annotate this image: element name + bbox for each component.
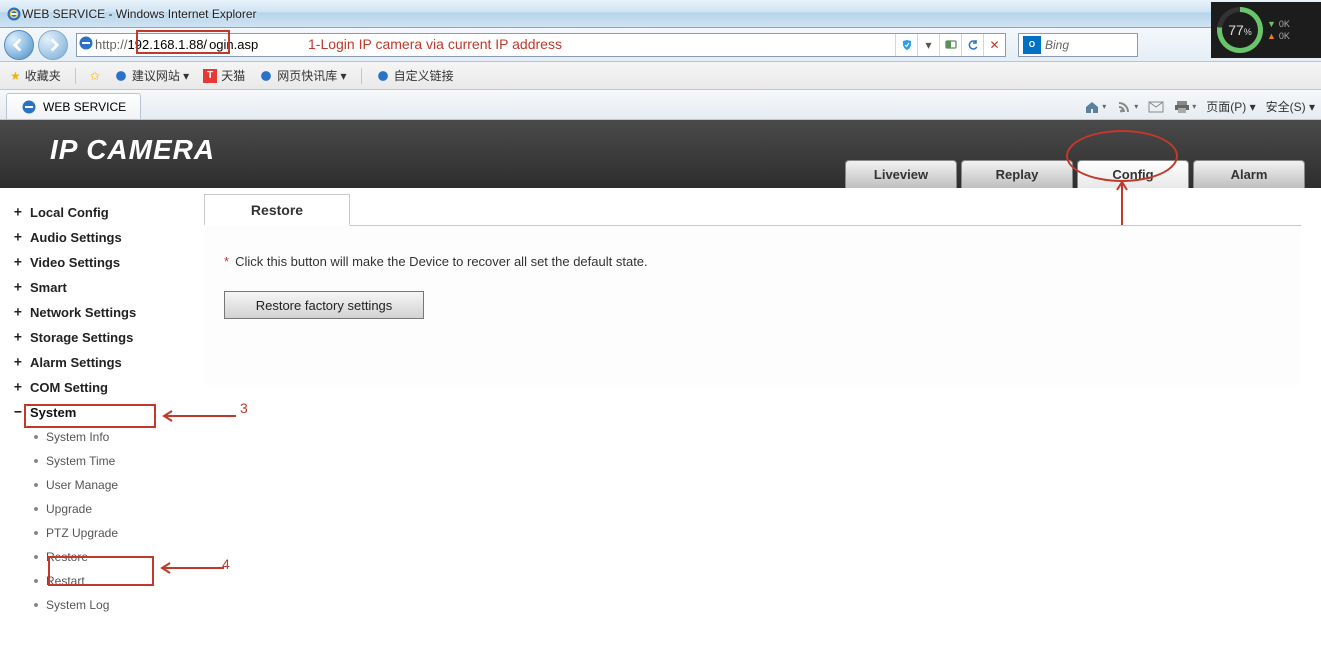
subitem-system-info[interactable]: System Info <box>34 425 200 449</box>
tab-config[interactable]: Config <box>1077 160 1189 188</box>
page-content: IP CAMERA Liveview Replay Config Alarm +… <box>0 120 1321 651</box>
ie-icon <box>259 69 273 83</box>
ie-icon <box>376 69 390 83</box>
sidebar-item-alarm-settings[interactable]: +Alarm Settings <box>14 350 200 375</box>
separator <box>75 68 76 84</box>
window-title: WEB SERVICE - Windows Internet Explorer <box>22 7 257 21</box>
address-tools: ▾ ✕ <box>895 34 1005 56</box>
page-icon <box>77 35 95 54</box>
url-scheme: http:// <box>95 37 128 52</box>
download-value: 0K <box>1279 19 1290 29</box>
sidebar-item-system[interactable]: −System <box>14 400 200 425</box>
refresh-icon[interactable] <box>961 34 983 56</box>
subitem-ptz-upgrade[interactable]: PTZ Upgrade <box>34 521 200 545</box>
stop-icon[interactable]: ✕ <box>983 34 1005 56</box>
home-button[interactable]: ▾ <box>1084 99 1106 115</box>
forward-button[interactable] <box>38 30 68 60</box>
bing-icon: O <box>1023 36 1041 54</box>
sidebar-item-local-config[interactable]: +Local Config <box>14 200 200 225</box>
star-icon: ★ <box>10 69 21 83</box>
window-titlebar: WEB SERVICE - Windows Internet Explorer <box>0 0 1321 28</box>
content-tab-restore[interactable]: Restore <box>204 194 350 226</box>
address-input[interactable] <box>207 34 895 56</box>
restore-factory-button[interactable]: Restore factory settings <box>224 291 424 319</box>
tab-bar: WEB SERVICE ▾ ▾ ▾ 页面(P) ▾ 安全(S) ▾ <box>0 90 1321 120</box>
sidebar-item-video-settings[interactable]: +Video Settings <box>14 250 200 275</box>
compat-view-icon[interactable] <box>939 34 961 56</box>
subitem-system-log[interactable]: System Log <box>34 593 200 617</box>
main-tabs: Liveview Replay Config Alarm <box>845 160 1321 188</box>
ie-icon <box>114 69 128 83</box>
tab-replay[interactable]: Replay <box>961 160 1073 188</box>
upload-value: 0K <box>1279 31 1290 41</box>
sidebar-item-audio-settings[interactable]: +Audio Settings <box>14 225 200 250</box>
upload-icon: ▲ <box>1267 31 1276 41</box>
sidebar-item-smart[interactable]: +Smart <box>14 275 200 300</box>
command-bar: ▾ ▾ ▾ 页面(P) ▾ 安全(S) ▾ <box>1084 98 1315 119</box>
favorites-bar: ★收藏夹 ✩ 建议网站 ▾ T天猫 网页快讯库 ▾ 自定义链接 <box>0 62 1321 90</box>
back-button[interactable] <box>4 30 34 60</box>
suggested-sites-link[interactable]: 建议网站 ▾ <box>114 67 189 84</box>
system-monitor-badge: 77% ▼0K ▲0K <box>1211 2 1321 58</box>
download-icon: ▼ <box>1267 19 1276 29</box>
shield-icon[interactable] <box>895 34 917 56</box>
ie-icon <box>6 6 22 22</box>
subitem-user-manage[interactable]: User Manage <box>34 473 200 497</box>
page-menu[interactable]: 页面(P) ▾ <box>1206 98 1255 115</box>
percent-ring: 77% <box>1217 7 1263 53</box>
sidebar-item-network-settings[interactable]: +Network Settings <box>14 300 200 325</box>
tab-alarm[interactable]: Alarm <box>1193 160 1305 188</box>
search-box[interactable]: O Bing <box>1018 33 1138 57</box>
address-bar[interactable]: http:// 192.168.1.88/ ▾ ✕ <box>76 33 1006 57</box>
content-area: Restore *Click this button will make the… <box>200 188 1321 651</box>
percent-value: 77 <box>1228 22 1244 38</box>
address-dropdown-icon[interactable]: ▾ <box>917 34 939 56</box>
add-favorite-icon[interactable]: ✩ <box>90 69 100 83</box>
feeds-button[interactable]: ▾ <box>1116 99 1138 115</box>
hint-text: *Click this button will make the Device … <box>224 254 1281 269</box>
subitem-restore[interactable]: Restore <box>34 545 200 569</box>
brand-bar: IP CAMERA Liveview Replay Config Alarm <box>0 120 1321 188</box>
subitem-restart[interactable]: Restart <box>34 569 200 593</box>
subitem-upgrade[interactable]: Upgrade <box>34 497 200 521</box>
subitem-system-time[interactable]: System Time <box>34 449 200 473</box>
safety-menu[interactable]: 安全(S) ▾ <box>1266 98 1315 115</box>
tab-liveview[interactable]: Liveview <box>845 160 957 188</box>
config-sidebar: +Local Config +Audio Settings +Video Set… <box>0 188 200 651</box>
separator <box>361 68 362 84</box>
browser-tab[interactable]: WEB SERVICE <box>6 93 141 119</box>
brand-title: IP CAMERA <box>50 134 215 166</box>
nav-toolbar: http:// 192.168.1.88/ ▾ ✕ O Bing <box>0 28 1321 62</box>
web-slices-link[interactable]: 网页快讯库 ▾ <box>259 67 346 84</box>
search-provider-label: Bing <box>1045 38 1069 52</box>
read-mail-button[interactable] <box>1148 99 1164 115</box>
custom-links-link[interactable]: 自定义链接 <box>376 67 454 84</box>
ie-icon <box>21 99 37 115</box>
print-button[interactable]: ▾ <box>1174 99 1196 115</box>
sidebar-sublist-system: System Info System Time User Manage Upgr… <box>34 425 200 617</box>
sidebar-item-com-setting[interactable]: +COM Setting <box>14 375 200 400</box>
tab-title: WEB SERVICE <box>43 100 126 114</box>
url-host: 192.168.1.88/ <box>128 37 208 52</box>
sidebar-item-storage-settings[interactable]: +Storage Settings <box>14 325 200 350</box>
percent-suffix: % <box>1244 27 1252 37</box>
favorites-label[interactable]: ★收藏夹 <box>10 67 61 84</box>
tmall-icon: T <box>203 69 217 83</box>
tmall-link[interactable]: T天猫 <box>203 67 245 84</box>
